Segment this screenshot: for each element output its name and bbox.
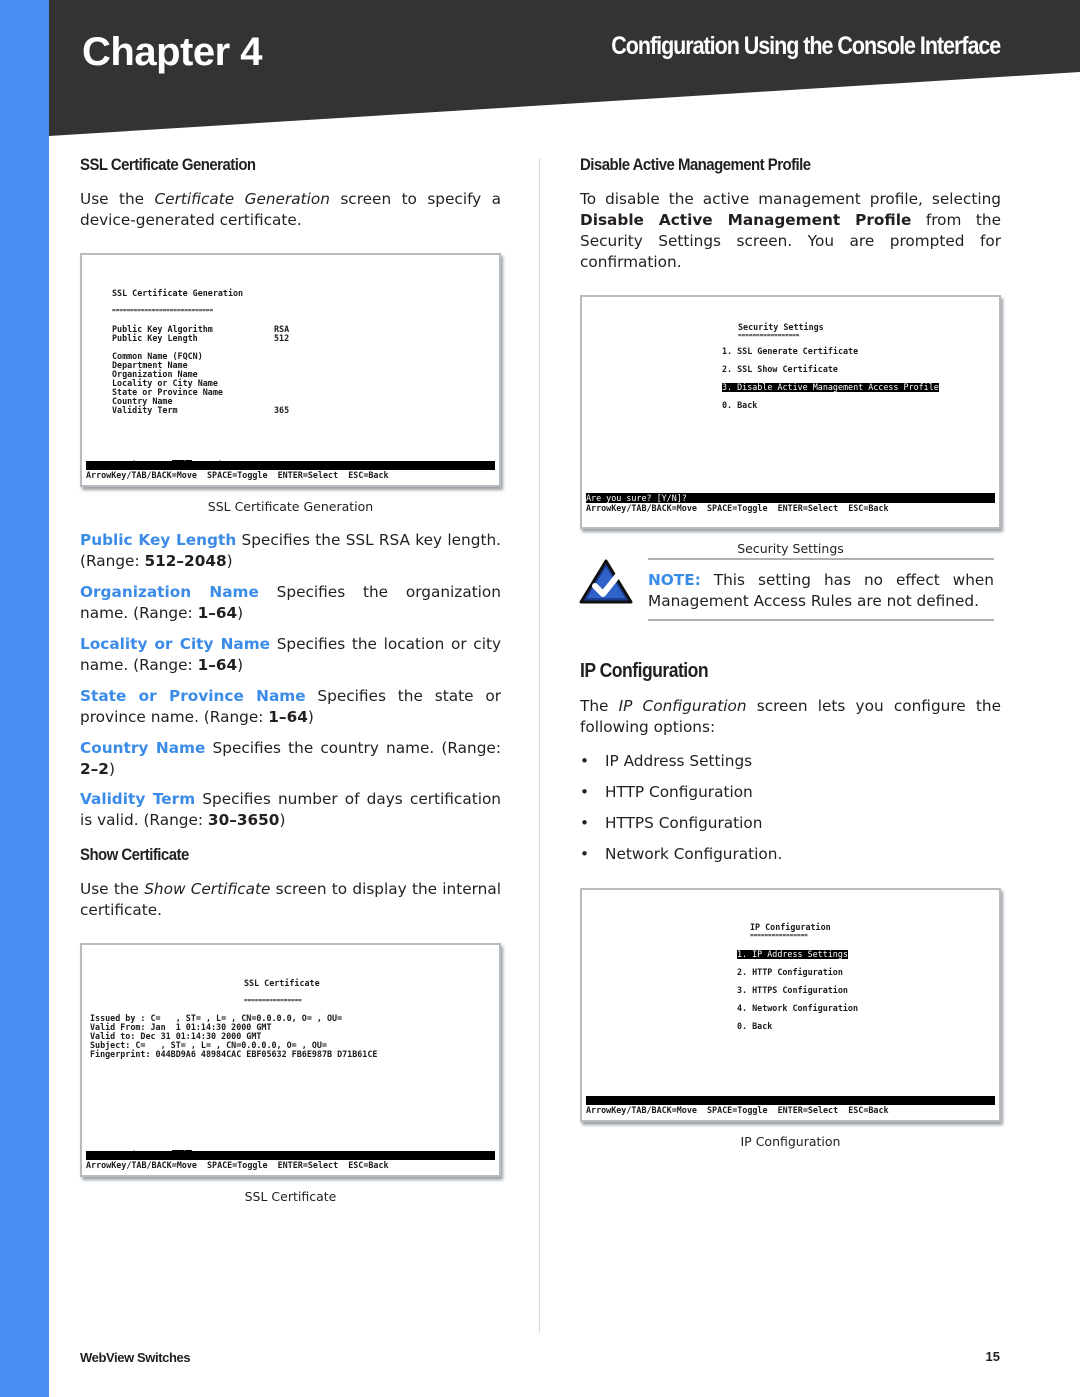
definition-range: 1–64 xyxy=(197,604,238,622)
screen-title: SSL Certificate xyxy=(244,978,320,988)
field-value: 365 xyxy=(274,405,290,415)
definition-item: Locality or City Name Specifies the loca… xyxy=(80,634,501,676)
ip-option-item: Network Configuration. xyxy=(580,839,1001,870)
certificate-line: Fingerprint: 044BD9A6 48984CAC EBF05632 … xyxy=(90,1049,378,1059)
caption-security-settings: Security Settings xyxy=(737,541,844,556)
ip-configuration-paragraph: The IP Configuration screen lets you con… xyxy=(580,697,1001,736)
definition-end: ) xyxy=(307,708,314,726)
definition-end: ) xyxy=(226,552,233,570)
definition-range: 30–3650 xyxy=(207,811,280,829)
definition-item: Country Name Specifies the country name.… xyxy=(80,738,501,780)
screen-underline: ================ xyxy=(244,997,302,1004)
screen-underline: ================= xyxy=(738,332,800,339)
caption-ssl-generation: SSL Certificate Generation xyxy=(207,499,374,514)
field-label: Public Key Length xyxy=(112,333,198,343)
menu-item[interactable]: 2. SSL Show Certificate xyxy=(722,364,838,374)
menu-item[interactable]: 0. Back xyxy=(722,400,757,410)
left-accent-bar xyxy=(0,0,49,1397)
ip-option-item: IP Address Settings xyxy=(580,746,1001,777)
chapter-label: Chapter 4 xyxy=(82,30,263,74)
menu-item[interactable]: 2. HTTP Configuration xyxy=(737,967,843,977)
definition-desc: Specifies the country name. (Range: xyxy=(205,739,502,757)
definition-range: 1–64 xyxy=(197,656,238,674)
menu-item[interactable]: 0. Back xyxy=(737,1021,772,1031)
menu-item[interactable]: 3. Disable Active Management Access Prof… xyxy=(722,382,939,393)
section-heading-ip-configuration: IP Configuration xyxy=(580,660,709,682)
section-heading-show-certificate: Show Certificate xyxy=(80,845,189,864)
confirm-prompt: Are you sure? [Y/N]? xyxy=(586,493,687,503)
menu-item[interactable]: 1. SSL Generate Certificate xyxy=(722,346,858,356)
left-column: SSL Certificate Generation Use the Certi… xyxy=(80,155,501,1204)
definition-item: Public Key Length Specifies the SSL RSA … xyxy=(80,530,501,572)
definition-end: ) xyxy=(237,604,244,622)
status-bar xyxy=(86,1151,495,1160)
definition-end: ) xyxy=(279,811,286,829)
section-heading-disable-profile: Disable Active Management Profile xyxy=(580,155,811,174)
footer-product: WebView Switches xyxy=(80,1350,191,1365)
page-number: 15 xyxy=(985,1349,1000,1364)
definition-term: State or Province Name xyxy=(80,687,306,705)
note-text: NOTE: This setting has no effect when Ma… xyxy=(648,571,994,610)
screen-help-line: ArrowKey/TAB/BACK=Move SPACE=Toggle ENTE… xyxy=(86,1160,389,1170)
field-value: 512 xyxy=(274,333,290,343)
section-heading-ssl-generation: SSL Certificate Generation xyxy=(80,155,256,174)
menu-item[interactable]: 1. IP Address Settings xyxy=(737,949,848,960)
definition-term: Locality or City Name xyxy=(80,635,271,653)
security-settings-screenshot: Security Settings ================= 1. S… xyxy=(580,295,1001,529)
definition-range: 512–2048 xyxy=(144,552,227,570)
definition-list: Public Key Length Specifies the SSL RSA … xyxy=(80,530,501,831)
caption-ssl-certificate: SSL Certificate xyxy=(244,1189,337,1204)
right-column: Disable Active Management Profile To dis… xyxy=(580,155,1001,556)
ip-option-item: HTTP Configuration xyxy=(580,777,1001,808)
definition-term: Country Name xyxy=(80,739,206,757)
menu-item[interactable]: 3. HTTPS Configuration xyxy=(737,985,848,995)
status-bar xyxy=(86,461,495,470)
disable-profile-paragraph: To disable the active management profile… xyxy=(580,190,1001,271)
ssl-certificate-screenshot: SSL Certificate ================ Issued … xyxy=(80,943,501,1177)
definition-term: Public Key Length xyxy=(80,531,237,549)
screen-underline: ============================ xyxy=(112,307,214,314)
chapter-title: Configuration Using the Console Interfac… xyxy=(611,32,1001,60)
caption-ip-configuration: IP Configuration xyxy=(740,1134,841,1149)
note-top-rule xyxy=(648,558,994,560)
definition-term: Organization Name xyxy=(80,583,259,601)
definition-range: 2–2 xyxy=(80,760,109,778)
screen-title: SSL Certificate Generation xyxy=(112,288,244,298)
definition-item: Organization Name Specifies the organiza… xyxy=(80,582,501,624)
definition-end: ) xyxy=(108,760,115,778)
screen-underline: ================ xyxy=(750,932,808,939)
ip-configuration-section: IP Configuration The IP Configuration sc… xyxy=(580,660,1001,1149)
menu-item[interactable]: 4. Network Configuration xyxy=(737,1003,858,1013)
definition-item: State or Province Name Specifies the sta… xyxy=(80,686,501,728)
screen-help-line: ArrowKey/TAB/BACK=Move SPACE=Toggle ENTE… xyxy=(86,470,389,480)
definition-end: ) xyxy=(237,656,244,674)
definition-term: Validity Term xyxy=(80,790,196,808)
screen-help-line: ArrowKey/TAB/BACK=Move SPACE=Toggle ENTE… xyxy=(586,503,889,513)
note-bottom-rule xyxy=(648,619,994,621)
ip-configuration-screenshot: IP Configuration ================ 1. IP … xyxy=(580,888,1001,1122)
column-divider xyxy=(539,158,540,1333)
status-bar xyxy=(586,1096,995,1105)
ip-option-item: HTTPS Configuration xyxy=(580,808,1001,839)
definition-item: Validity Term Specifies number of days c… xyxy=(80,789,501,831)
checkmark-icon xyxy=(579,559,633,604)
ssl-generation-screenshot: SSL Certificate Generation =============… xyxy=(80,253,501,487)
screen-help-line: ArrowKey/TAB/BACK=Move SPACE=Toggle ENTE… xyxy=(586,1105,889,1115)
definition-range: 1–64 xyxy=(268,708,308,726)
show-certificate-intro: Use the Show Certificate screen to displ… xyxy=(80,880,501,919)
ssl-generation-intro: Use the Certificate Generation screen to… xyxy=(80,190,502,229)
field-label: Validity Term xyxy=(112,405,178,415)
note-icon xyxy=(579,558,633,610)
ip-options-list: IP Address SettingsHTTP ConfigurationHTT… xyxy=(580,746,1001,870)
